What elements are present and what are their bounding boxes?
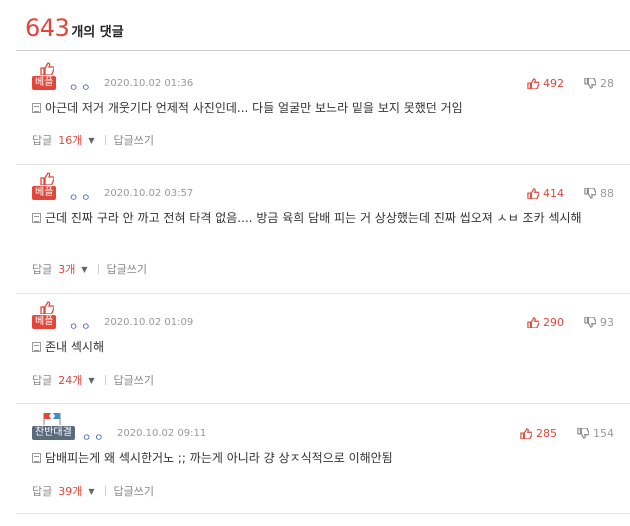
like-button[interactable]: 290 xyxy=(527,316,564,329)
thumbs-down-icon xyxy=(584,78,596,89)
like-count: 492 xyxy=(543,77,564,90)
comment-date: 2020.10.02 01:09 xyxy=(104,317,194,328)
vote-group: 414 88 xyxy=(527,187,614,200)
reply-label: 답글 xyxy=(32,485,53,498)
like-count: 414 xyxy=(543,187,564,200)
vote-group: 492 28 xyxy=(527,77,614,90)
like-count: 285 xyxy=(536,427,557,440)
caret-down-icon[interactable]: ▼ xyxy=(88,136,94,145)
like-button[interactable]: 492 xyxy=(527,77,564,90)
comment-divider xyxy=(16,293,630,294)
username[interactable]: ㅇㅇ xyxy=(69,318,93,333)
caret-down-icon[interactable]: ▼ xyxy=(81,265,87,274)
best-badge: 베플 xyxy=(32,315,57,329)
username[interactable]: ㅇㅇ xyxy=(69,79,93,94)
comments-header: 643 개의 댓글 xyxy=(25,14,124,42)
write-reply-link[interactable]: 답글쓰기 xyxy=(107,261,147,277)
comment-meta: 베플 ㅇㅇ 2020.10.02 03:57 414 88 xyxy=(32,172,614,212)
dislike-button[interactable]: 93 xyxy=(584,316,614,329)
reply-count[interactable]: 39개 xyxy=(58,483,82,499)
write-reply-link[interactable]: 답글쓰기 xyxy=(114,483,154,499)
document-icon xyxy=(32,213,41,223)
header-divider xyxy=(16,50,630,51)
reply-bar: 답글 3개 ▼ 답글쓰기 xyxy=(32,261,147,277)
dislike-count: 28 xyxy=(600,77,614,90)
divider xyxy=(104,486,106,496)
comment-count: 643 xyxy=(25,14,70,42)
comment-body: 아근데 저거 개웃기다 언제적 사진인데... 다들 얼굴만 보느라 밑을 보지… xyxy=(32,98,614,118)
caret-down-icon[interactable]: ▼ xyxy=(88,376,94,385)
divider xyxy=(97,264,99,274)
comment-meta: 베플 ㅇㅇ 2020.10.02 01:36 492 28 xyxy=(32,62,614,102)
comment-body: 존내 섹시해 xyxy=(32,337,614,357)
document-icon xyxy=(32,103,41,113)
best-badge: 베플 xyxy=(32,186,57,200)
comment-divider xyxy=(16,403,630,404)
best-badge: 베플 xyxy=(32,76,57,90)
vote-group: 290 93 xyxy=(527,316,614,329)
comment-count-label: 개의 댓글 xyxy=(71,25,124,40)
comment-text: 근데 진짜 구라 안 까고 전혀 타격 없음.... 방금 육희 담배 피는 거… xyxy=(45,211,582,225)
dislike-button[interactable]: 154 xyxy=(577,427,614,440)
reply-label: 답글 xyxy=(32,134,53,147)
dislike-count: 154 xyxy=(593,427,614,440)
thumbs-up-icon xyxy=(40,301,54,314)
thumbs-down-icon xyxy=(577,428,589,439)
write-reply-link[interactable]: 답글쓰기 xyxy=(114,132,154,148)
comment-date: 2020.10.02 03:57 xyxy=(104,188,194,199)
like-button[interactable]: 414 xyxy=(527,187,564,200)
dislike-count: 88 xyxy=(600,187,614,200)
document-icon xyxy=(32,342,41,352)
caret-down-icon[interactable]: ▼ xyxy=(88,487,94,496)
thumbs-down-icon xyxy=(584,188,596,199)
debate-badge: 찬반대결 xyxy=(32,426,75,440)
reply-bar: 답글 39개 ▼ 답글쓰기 xyxy=(32,483,154,499)
thumbs-up-icon xyxy=(40,172,54,185)
comment-text: 아근데 저거 개웃기다 언제적 사진인데... 다들 얼굴만 보느라 밑을 보지… xyxy=(45,101,463,115)
thumbs-up-icon xyxy=(527,188,539,199)
dislike-count: 93 xyxy=(600,316,614,329)
comment-divider xyxy=(16,513,630,514)
comment-body: 근데 진짜 구라 안 까고 전혀 타격 없음.... 방금 육희 담배 피는 거… xyxy=(32,208,614,228)
dislike-button[interactable]: 88 xyxy=(584,187,614,200)
comment-text: 존내 섹시해 xyxy=(45,340,105,354)
username[interactable]: ㅇㅇ xyxy=(82,429,106,444)
dislike-button[interactable]: 28 xyxy=(584,77,614,90)
reply-bar: 답글 16개 ▼ 답글쓰기 xyxy=(32,132,154,148)
comment-meta: 찬반대결 ㅇㅇ 2020.10.02 09:11 285 154 xyxy=(32,412,614,452)
reply-count[interactable]: 24개 xyxy=(58,372,82,388)
like-button[interactable]: 285 xyxy=(520,427,557,440)
thumbs-up-icon xyxy=(527,78,539,89)
document-icon xyxy=(32,453,41,463)
flag-icon xyxy=(43,413,61,425)
thumbs-up-icon xyxy=(527,317,539,328)
thumbs-up-icon xyxy=(40,62,54,75)
thumbs-up-icon xyxy=(520,428,532,439)
reply-bar: 답글 24개 ▼ 답글쓰기 xyxy=(32,372,154,388)
comment-date: 2020.10.02 01:36 xyxy=(104,78,194,89)
thumbs-down-icon xyxy=(584,317,596,328)
comment-meta: 베플 ㅇㅇ 2020.10.02 01:09 290 93 xyxy=(32,301,614,341)
reply-count[interactable]: 3개 xyxy=(58,261,75,277)
divider xyxy=(104,135,106,145)
write-reply-link[interactable]: 답글쓰기 xyxy=(114,372,154,388)
comment-body: 담배피는게 왜 섹시한거노 ;; 까는게 아니라 걍 상ㅈ식적으로 이해안됨 xyxy=(32,448,614,468)
comment-divider xyxy=(16,164,630,165)
like-count: 290 xyxy=(543,316,564,329)
vote-group: 285 154 xyxy=(520,427,614,440)
comment-text: 담배피는게 왜 섹시한거노 ;; 까는게 아니라 걍 상ㅈ식적으로 이해안됨 xyxy=(45,451,393,465)
divider xyxy=(104,375,106,385)
reply-count[interactable]: 16개 xyxy=(58,132,82,148)
username[interactable]: ㅇㅇ xyxy=(69,189,93,204)
reply-label: 답글 xyxy=(32,263,53,276)
comment-date: 2020.10.02 09:11 xyxy=(117,428,207,439)
reply-label: 답글 xyxy=(32,374,53,387)
